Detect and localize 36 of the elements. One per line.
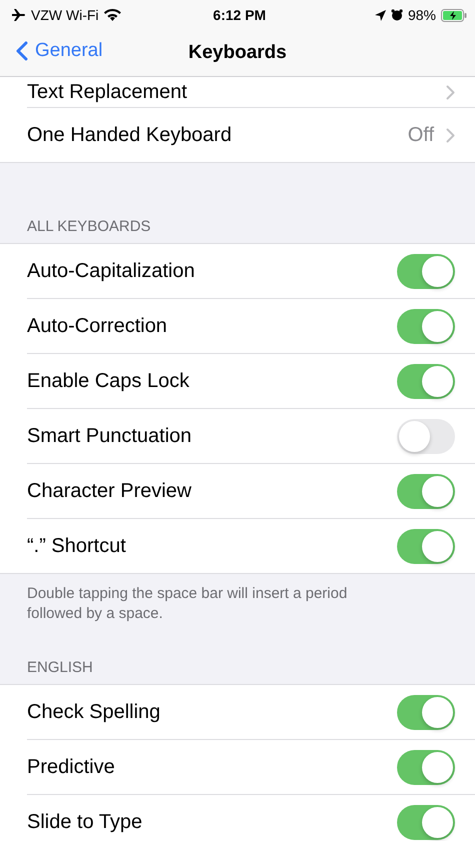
toggle-switch[interactable] xyxy=(397,418,455,454)
setting-label: Auto-Capitalization xyxy=(27,260,195,282)
back-chevron-icon xyxy=(16,41,28,61)
toggle-switch[interactable] xyxy=(397,694,455,730)
toggle-switch[interactable] xyxy=(397,254,455,288)
setting-label: Check Spelling xyxy=(27,700,160,724)
setting-label: Predictive xyxy=(27,756,115,778)
back-button[interactable]: General xyxy=(16,40,103,62)
airplane-icon xyxy=(12,9,26,21)
chevron-right-icon xyxy=(446,84,455,100)
toggle-switch[interactable] xyxy=(397,804,455,840)
toggle-switch[interactable] xyxy=(397,528,455,564)
page-title: Keyboards xyxy=(188,42,287,64)
location-icon xyxy=(374,10,386,20)
settings-row[interactable]: Text Replacement xyxy=(27,77,475,108)
section-header: ALL KEYBOARDS xyxy=(27,218,151,235)
toggle-switch[interactable] xyxy=(397,474,455,508)
battery-percentage: 98% xyxy=(408,7,436,23)
setting-label: Auto-Correction xyxy=(27,314,168,338)
section-footer: Double tapping the space bar will insert a period followed by a space. xyxy=(27,584,397,624)
settings-row[interactable]: One Handed Keyboard Off xyxy=(27,108,475,162)
section-header: ENGLISH xyxy=(27,659,93,676)
status-time: 6:12 PM xyxy=(213,7,266,23)
alarm-icon xyxy=(390,9,403,21)
setting-label: Enable Caps Lock xyxy=(27,370,190,392)
toggle-switch[interactable] xyxy=(397,750,455,784)
chevron-right-icon xyxy=(446,128,455,142)
wifi-icon xyxy=(104,9,121,21)
toggle-switch[interactable] xyxy=(397,308,455,344)
setting-label: Slide to Type xyxy=(27,810,142,834)
toggle-switch[interactable] xyxy=(397,364,455,398)
setting-label: “.” Shortcut xyxy=(27,534,126,558)
setting-label: Smart Punctuation xyxy=(27,424,192,448)
battery-charging-icon xyxy=(440,8,467,22)
setting-label: Character Preview xyxy=(27,480,192,502)
carrier-name: VZW Wi-Fi xyxy=(31,7,99,23)
